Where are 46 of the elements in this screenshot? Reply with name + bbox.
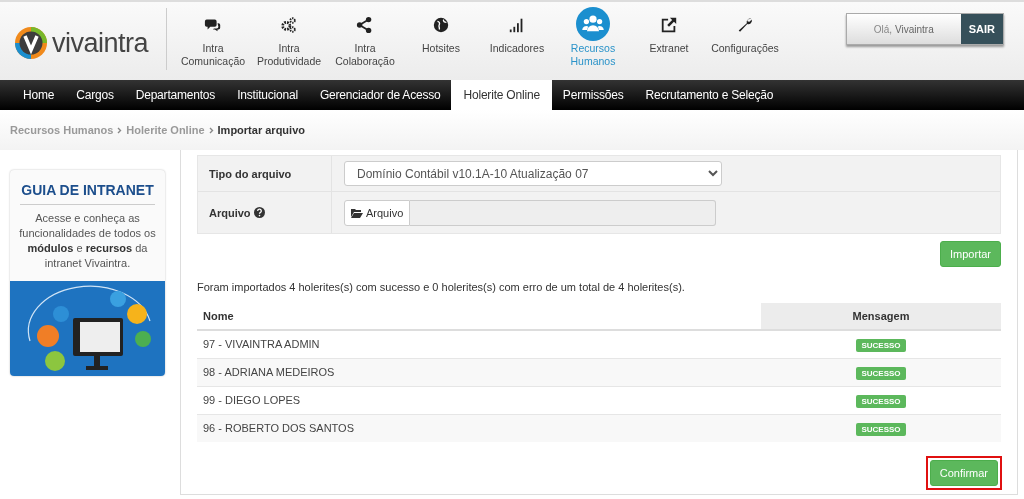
file-button[interactable]: Arquivo	[344, 199, 411, 226]
table-cell: 98 - ADRIANA MEDEIROS	[197, 358, 761, 386]
banner-title: GUIA DE INTRANET	[20, 170, 155, 205]
external-link-icon	[660, 16, 678, 34]
breadcrumb-current: Importar arquivo	[217, 124, 305, 136]
field-label: Arquivo	[209, 206, 251, 219]
logo-text: vivaintra	[52, 27, 149, 59]
menu-tab[interactable]: Institucional	[226, 80, 309, 110]
module-link[interactable]: Intra Comunicação	[175, 2, 251, 68]
globe-icon	[432, 16, 450, 34]
banner-text: Acesse e conheça as funcionalidades de todos os módulos e recursos da intranet Vivaintra.	[18, 211, 157, 271]
menu-tab[interactable]: Holerite Online	[451, 80, 552, 110]
status-badge: SUCESSO	[856, 395, 906, 408]
module-link[interactable]: Extranet	[631, 2, 707, 68]
logout-button[interactable]: SAIR	[960, 14, 1003, 44]
gears-icon	[280, 16, 298, 34]
menu-tab[interactable]: Recrutamento e Seleção	[634, 80, 785, 110]
module-link[interactable]: Intra Produtividade	[251, 2, 327, 68]
status-badge: SUCESSO	[856, 423, 906, 437]
help-icon	[253, 207, 265, 218]
module-link[interactable]: Hotsites	[403, 2, 479, 68]
file-type-select[interactable]: Domínio Contábil v10.1A-10 Atualização 07	[344, 161, 722, 186]
menu-tab[interactable]: Home	[12, 80, 66, 110]
column-header: Mensagem	[761, 303, 1001, 330]
greeting-text: Olá, Vivaintra	[846, 14, 961, 44]
result-message: Foram importados 4 holerites(s) com sucesso e 0 holerites(s) com erro de um total de 4 holerites(s).	[197, 281, 686, 294]
module-link[interactable]: Indicadores	[479, 2, 555, 68]
file-name-field[interactable]	[410, 199, 717, 226]
banner-card[interactable]: GUIA DE INTRANET Acesse e conheça as funcionalidades de todos os módulos e recursos da intranet Vivaintra.	[10, 170, 165, 376]
module-link[interactable]: Configurações	[707, 2, 783, 68]
chevron-icon	[117, 126, 123, 134]
status-badge: SUCESSO	[856, 339, 906, 353]
logo-icon	[14, 26, 48, 60]
menu-tab[interactable]: Departamentos	[124, 80, 227, 110]
folder-icon	[351, 207, 363, 218]
chevron-icon	[208, 126, 214, 134]
menu-tab[interactable]: Gerenciador de Acesso	[308, 80, 452, 110]
module-link[interactable]: Intra Colaboração	[327, 2, 403, 68]
status-badge: SUCESSO	[856, 367, 906, 380]
menu-tab[interactable]: Permissões	[551, 80, 635, 110]
field-label: Tipo do arquivo	[209, 167, 292, 180]
column-header: Nome	[197, 303, 761, 330]
menu-tab[interactable]: Cargos	[65, 80, 125, 110]
table-cell: 96 - ROBERTO DOS SANTOS	[197, 414, 761, 442]
share-icon	[356, 16, 374, 34]
people-icon	[576, 6, 610, 41]
